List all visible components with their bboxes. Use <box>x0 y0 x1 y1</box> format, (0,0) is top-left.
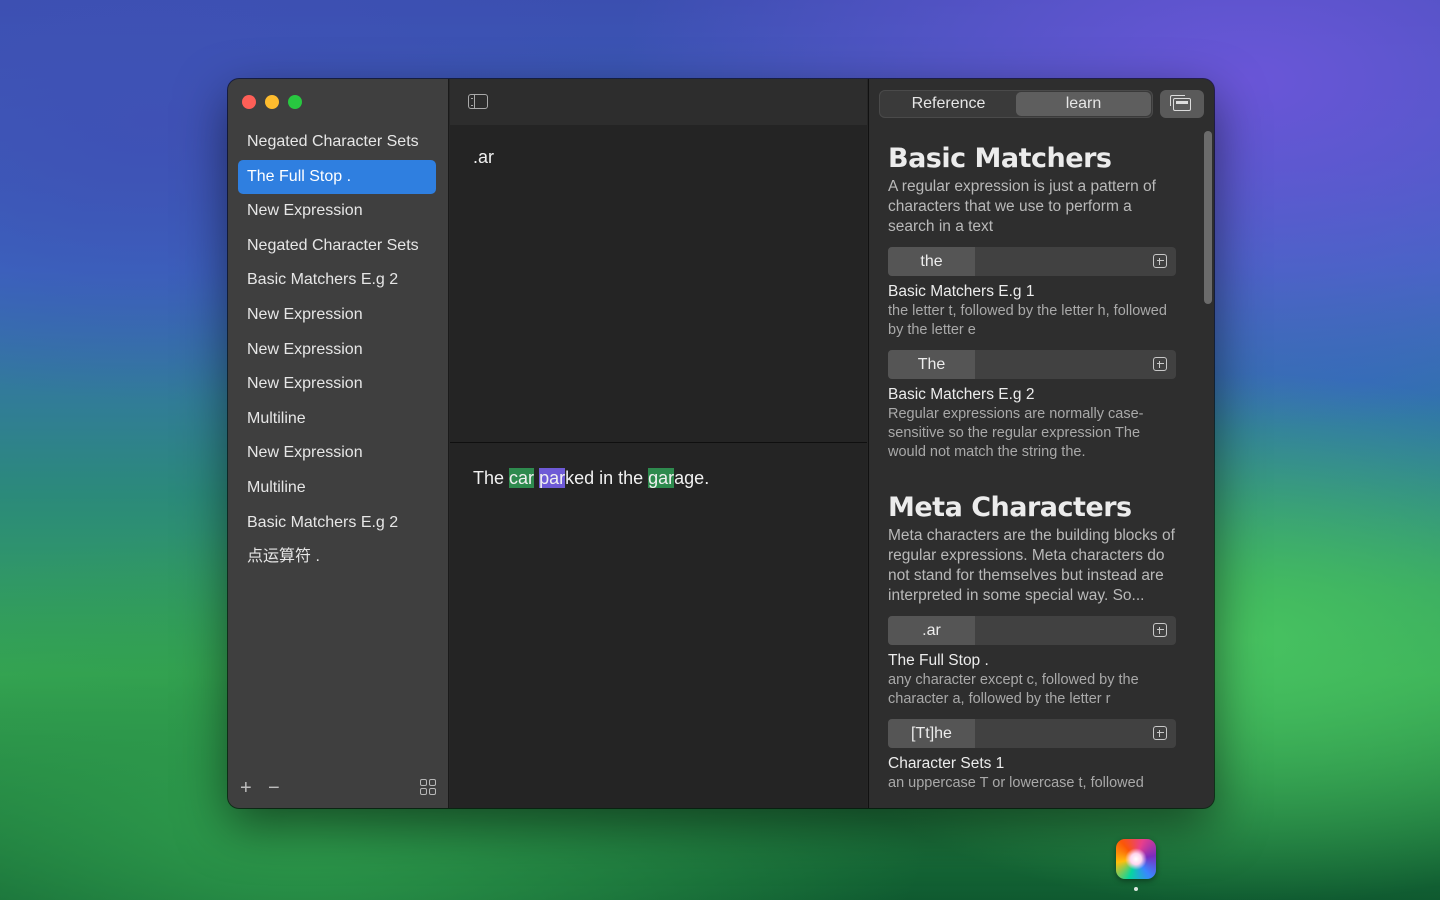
add-example-icon[interactable] <box>1153 726 1167 740</box>
scrollbar[interactable] <box>1204 131 1212 808</box>
sidebar-item[interactable]: 点运算符 . <box>238 540 436 575</box>
sidebar-item[interactable]: Basic Matchers E.g 2 <box>238 263 436 298</box>
reference-section: Basic Matchers A regular expression is ju… <box>888 143 1176 462</box>
section-title: Meta Characters <box>888 492 1132 523</box>
app-window: Negated Character Sets The Full Stop . New… <box>228 79 1214 808</box>
example-pattern: .ar <box>888 616 975 645</box>
sidebar-footer: + − <box>228 776 448 800</box>
section-description: Meta characters are the building blocks … <box>888 527 1175 604</box>
sidebar-item[interactable]: New Expression <box>238 436 436 471</box>
example-card: .ar The Full Stop . any character except c… <box>888 616 1176 709</box>
example-pattern-bar[interactable]: [Tt]he <box>888 719 1176 748</box>
example-description: any character except c, followed by the … <box>888 672 1139 707</box>
sidebar-item[interactable]: New Expression <box>238 333 436 368</box>
add-example-icon[interactable] <box>1153 357 1167 371</box>
match-highlight: gar <box>648 468 675 488</box>
example-name: Basic Matchers E.g 2 <box>888 386 1035 403</box>
example-card: The Basic Matchers E.g 2 Regular expressio… <box>888 350 1176 462</box>
sidebar-item[interactable]: New Expression <box>238 194 436 229</box>
example-pattern-bar[interactable]: The <box>888 350 1176 379</box>
test-text-segment: The <box>473 468 510 488</box>
test-text-segment: age. <box>674 468 710 488</box>
example-pattern: the <box>888 247 975 276</box>
reference-section: Meta Characters Meta characters are the b… <box>888 492 1176 793</box>
sidebar-toggle-icon[interactable] <box>468 94 488 109</box>
app-dock-icon[interactable] <box>1116 839 1156 879</box>
example-name: Character Sets 1 <box>888 755 1005 772</box>
editor-area: .ar The car parked in the garage. <box>450 79 867 808</box>
example-pattern-bar[interactable]: .ar <box>888 616 1176 645</box>
add-example-icon[interactable] <box>1153 254 1167 268</box>
window-stack-button[interactable] <box>1160 90 1204 118</box>
example-card: the Basic Matchers E.g 1 the letter t, fol… <box>888 247 1176 340</box>
sidebar-item[interactable]: Multiline <box>238 402 436 437</box>
reference-panel: Reference learn Basic Matchers A regular e… <box>868 79 1214 808</box>
grid-icon[interactable] <box>420 779 436 795</box>
sidebar-item[interactable]: Negated Character Sets <box>238 229 436 264</box>
add-example-icon[interactable] <box>1153 623 1167 637</box>
tab-learn[interactable]: learn <box>1016 92 1151 116</box>
example-name: Basic Matchers E.g 1 <box>888 283 1035 300</box>
expression-list: Negated Character Sets The Full Stop . New… <box>238 125 436 575</box>
section-description: A regular expression is just a pattern o… <box>888 178 1156 235</box>
minimize-window-button[interactable] <box>265 95 279 109</box>
test-string-text[interactable]: The car parked in the garage. <box>473 468 709 489</box>
editor-toolbar <box>450 79 867 125</box>
scrollbar-thumb[interactable] <box>1204 131 1212 304</box>
example-pattern: [Tt]he <box>888 719 975 748</box>
add-expression-button[interactable]: + <box>240 776 252 800</box>
reference-scroll-area[interactable]: Basic Matchers A regular expression is ju… <box>869 129 1214 808</box>
window-stack-icon <box>1170 95 1191 111</box>
close-window-button[interactable] <box>242 95 256 109</box>
sidebar-item[interactable]: Negated Character Sets <box>238 125 436 160</box>
sidebar-item[interactable]: Basic Matchers E.g 2 <box>238 506 436 541</box>
example-card: [Tt]he Character Sets 1 an uppercase T or … <box>888 719 1176 793</box>
expression-input[interactable]: .ar <box>473 147 494 168</box>
expression-pane[interactable]: .ar <box>450 125 867 443</box>
panel-mode-segmented-control: Reference learn <box>879 90 1153 118</box>
example-description: the letter t, followed by the letter h, … <box>888 303 1167 338</box>
match-highlight: par <box>539 468 566 488</box>
example-name: The Full Stop . <box>888 652 989 669</box>
dock-running-indicator <box>1134 887 1138 891</box>
test-text-segment: ked in the <box>565 468 649 488</box>
section-title: Basic Matchers <box>888 143 1112 174</box>
sidebar-item[interactable]: New Expression <box>238 298 436 333</box>
example-description: an uppercase T or lowercase t, followed <box>888 775 1144 791</box>
sidebar-item[interactable]: New Expression <box>238 367 436 402</box>
test-string-pane[interactable]: The car parked in the garage. <box>450 444 867 808</box>
reference-content: Basic Matchers A regular expression is ju… <box>888 143 1176 793</box>
sidebar-item[interactable]: The Full Stop . <box>238 159 436 195</box>
example-pattern-bar[interactable]: the <box>888 247 1176 276</box>
sidebar: Negated Character Sets The Full Stop . New… <box>228 79 449 808</box>
example-description: Regular expressions are normally case-se… <box>888 406 1144 460</box>
zoom-window-button[interactable] <box>288 95 302 109</box>
example-pattern: The <box>888 350 975 379</box>
match-highlight: car <box>509 468 535 488</box>
remove-expression-button[interactable]: − <box>268 776 280 800</box>
sidebar-item[interactable]: Multiline <box>238 471 436 506</box>
traffic-lights <box>242 95 302 109</box>
tab-reference[interactable]: Reference <box>881 92 1016 116</box>
